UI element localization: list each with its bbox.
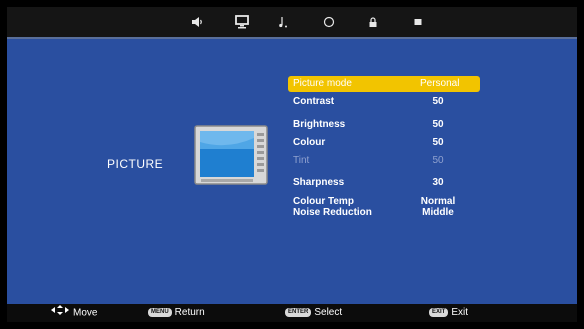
tint-label: Tint: [293, 155, 310, 166]
contrast-value: 50: [432, 96, 444, 107]
sharpness-label: Sharpness: [293, 177, 345, 188]
button-hint-bar: Move MENU Return ENTER Select EXIT Exit: [7, 304, 577, 322]
sharpness-value: 30: [432, 177, 444, 188]
exit-label: Exit: [451, 307, 469, 318]
brightness-value: 50: [432, 119, 444, 130]
menu-item-sharpness[interactable]: Sharpness 30: [288, 175, 480, 190]
noise-reduction-label: Noise Reduction: [293, 207, 372, 218]
osd-screen: PICTURE Picture mode Personal Contrast 5…: [7, 7, 577, 322]
menu-item-colour[interactable]: Colour 50: [288, 135, 480, 150]
square-icon[interactable]: [411, 15, 425, 29]
contrast-label: Contrast: [293, 96, 335, 107]
exit-hint: EXIT Exit: [429, 304, 468, 322]
music-note-icon[interactable]: [277, 15, 291, 29]
return-hint: MENU Return: [148, 304, 205, 322]
move-label: Move: [73, 307, 98, 319]
return-label: Return: [174, 307, 205, 318]
enter-key: ENTER: [285, 307, 312, 317]
lock-icon[interactable]: [366, 15, 380, 29]
menu-item-brightness[interactable]: Brightness 50: [288, 117, 480, 132]
select-hint: ENTER Select: [285, 304, 342, 322]
tint-value: 50: [432, 155, 444, 166]
menu-item-picture-mode[interactable]: Picture mode Personal: [288, 76, 480, 92]
picture-mode-value: Personal: [420, 78, 460, 89]
colour-value: 50: [432, 137, 444, 148]
dpad-arrows-icon: [51, 304, 69, 322]
menu-item-noise-reduction[interactable]: Noise Reduction Middle: [288, 207, 480, 218]
menu-item-contrast[interactable]: Contrast 50: [288, 94, 480, 109]
tv-icon: [193, 124, 269, 188]
picture-mode-label: Picture mode: [293, 78, 352, 89]
speaker-icon[interactable]: [190, 15, 204, 29]
colour-label: Colour: [293, 137, 326, 148]
colour-temp-label: Colour Temp: [293, 196, 354, 207]
menu-item-tint: Tint 50: [288, 153, 480, 168]
menu-item-colour-temp[interactable]: Colour Temp Normal: [288, 196, 480, 207]
noise-reduction-value: Middle: [422, 207, 454, 218]
clock-icon[interactable]: [322, 15, 336, 29]
exit-key: EXIT: [429, 307, 449, 317]
brightness-label: Brightness: [293, 119, 346, 130]
colour-temp-value: Normal: [420, 196, 456, 207]
menu-tab-bar: [7, 7, 577, 39]
move-hint: Move: [51, 304, 97, 322]
select-label: Select: [314, 307, 343, 318]
monitor-icon[interactable]: [235, 15, 249, 29]
menu-key: MENU: [148, 307, 172, 317]
section-title: PICTURE: [107, 157, 164, 171]
